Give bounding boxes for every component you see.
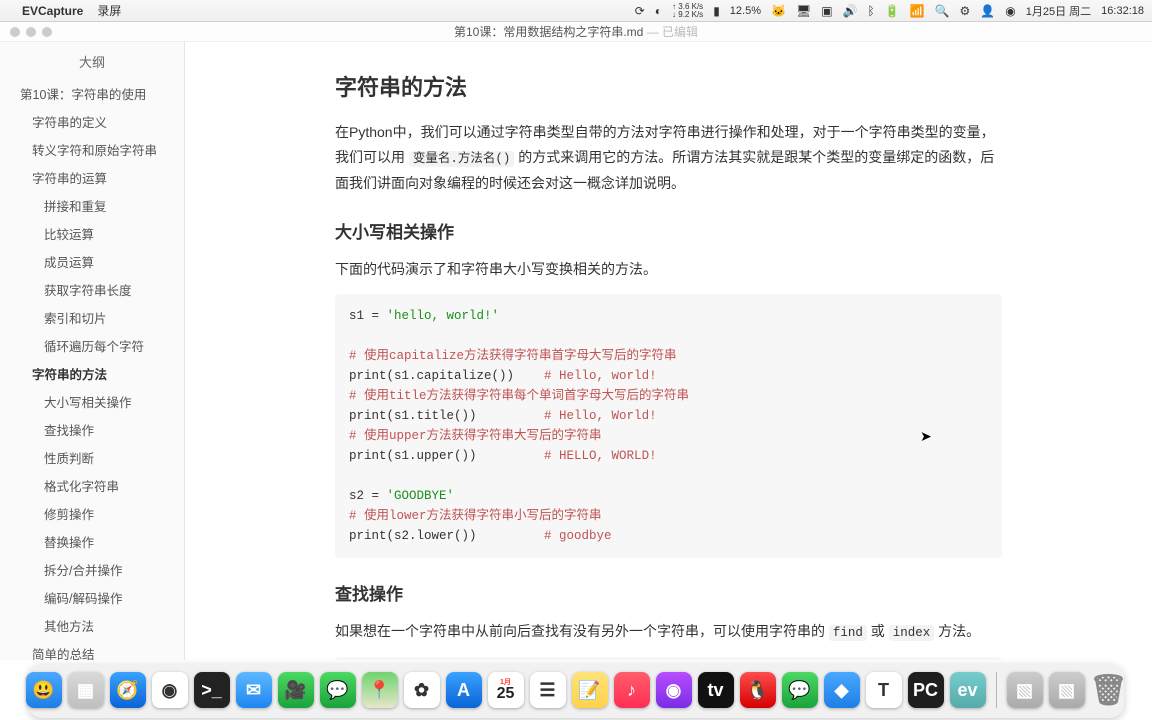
cpu-icon: ▮ bbox=[713, 4, 720, 18]
user-icon[interactable]: 👤 bbox=[980, 4, 995, 18]
outline-item[interactable]: 比较运算 bbox=[0, 221, 184, 249]
volume-icon[interactable]: 🔊 bbox=[843, 4, 858, 18]
dock-dingtalk-icon[interactable]: ◆ bbox=[824, 672, 860, 708]
outline-item[interactable]: 循环遍历每个字符 bbox=[0, 333, 184, 361]
close-icon[interactable] bbox=[10, 27, 20, 37]
outline-item[interactable]: 性质判断 bbox=[0, 445, 184, 473]
dock-maps-icon[interactable]: 📍 bbox=[362, 672, 398, 708]
outline-item[interactable]: 格式化字符串 bbox=[0, 473, 184, 501]
dock-qq-icon[interactable]: 🐧 bbox=[740, 672, 776, 708]
dock-evcapture-icon[interactable]: ev bbox=[950, 672, 986, 708]
dock-chrome-icon[interactable]: ◉ bbox=[152, 672, 188, 708]
tray-icon[interactable]: 🖥 bbox=[796, 4, 811, 18]
search-icon[interactable]: 🔍 bbox=[935, 4, 950, 18]
outline-item[interactable]: 索引和切片 bbox=[0, 305, 184, 333]
traffic-lights[interactable] bbox=[10, 27, 52, 37]
outline-item[interactable]: 替换操作 bbox=[0, 529, 184, 557]
tray-icon[interactable]: 🐱 bbox=[771, 4, 786, 18]
dock-podcasts-icon[interactable]: ◉ bbox=[656, 672, 692, 708]
dock-messages-icon[interactable]: 💬 bbox=[320, 672, 356, 708]
outline-item[interactable]: 字符串的方法 bbox=[0, 361, 184, 389]
outline-item[interactable]: 获取字符串长度 bbox=[0, 277, 184, 305]
code-block-case[interactable]: s1 = 'hello, world!' # 使用capitalize方法获得字… bbox=[335, 294, 1002, 558]
dock-finder-icon[interactable]: 😃 bbox=[26, 672, 62, 708]
dock-photos-icon[interactable]: ✿ bbox=[404, 672, 440, 708]
menubar-item-record[interactable]: 录屏 bbox=[97, 2, 121, 19]
outline-item[interactable]: 字符串的定义 bbox=[0, 109, 184, 137]
dock-reminders-icon[interactable]: ☰ bbox=[530, 672, 566, 708]
paragraph: 如果想在一个字符串中从前向后查找有没有另外一个字符串，可以使用字符串的 find… bbox=[335, 619, 1002, 645]
dock-calendar-icon[interactable]: 1月25 bbox=[488, 672, 524, 708]
heading-case: 大小写相关操作 bbox=[335, 218, 1002, 243]
window-titlebar: 第10课：常用数据结构之字符串.md — 已编辑 bbox=[0, 22, 1152, 42]
outline-item[interactable]: 其他方法 bbox=[0, 613, 184, 641]
document-title: 第10课：常用数据结构之字符串.md bbox=[454, 25, 643, 39]
zoom-icon[interactable] bbox=[42, 27, 52, 37]
dock-downloads-icon[interactable]: ▧ bbox=[1007, 672, 1043, 708]
document-state: — 已编辑 bbox=[647, 25, 698, 39]
tray-icon[interactable]: ◐ bbox=[655, 4, 662, 18]
outline-item[interactable]: 拆分/合并操作 bbox=[0, 557, 184, 585]
outline-item[interactable]: 转义字符和原始字符串 bbox=[0, 137, 184, 165]
outline-item[interactable]: 拼接和重复 bbox=[0, 193, 184, 221]
tray-icon[interactable]: ▣ bbox=[821, 4, 832, 18]
dock-notes-icon[interactable]: 📝 bbox=[572, 672, 608, 708]
heading-methods: 字符串的方法 bbox=[335, 70, 1002, 102]
minimize-icon[interactable] bbox=[26, 27, 36, 37]
siri-icon[interactable]: ◉ bbox=[1005, 4, 1015, 18]
macos-menubar: EVCapture 录屏 ⟳ ◐ ↑ 3.6 K/s ↓ 9.2 K/s ▮ 1… bbox=[0, 0, 1152, 22]
outline-sidebar: 大纲 第10课：字符串的使用字符串的定义转义字符和原始字符串字符串的运算拼接和重… bbox=[0, 42, 185, 660]
dock-separator bbox=[996, 672, 997, 708]
outline-item[interactable]: 第10课：字符串的使用 bbox=[0, 81, 184, 109]
editor-content[interactable]: 字符串的方法 在Python中，我们可以通过字符串类型自带的方法对字符串进行操作… bbox=[185, 42, 1152, 660]
paragraph: 下面的代码演示了和字符串大小写变换相关的方法。 bbox=[335, 257, 1002, 282]
inline-code: index bbox=[889, 625, 935, 641]
outline-item[interactable]: 简单的总结 bbox=[0, 641, 184, 660]
outline-item[interactable]: 大小写相关操作 bbox=[0, 389, 184, 417]
dock-facetime-icon[interactable]: 🎥 bbox=[278, 672, 314, 708]
tray-icon[interactable]: ⟳ bbox=[635, 4, 645, 18]
sidebar-header: 大纲 bbox=[0, 42, 184, 81]
paragraph: 在Python中，我们可以通过字符串类型自带的方法对字符串进行操作和处理，对于一… bbox=[335, 120, 1002, 196]
menubar-appname[interactable]: EVCapture bbox=[22, 4, 83, 18]
dock-trash-icon[interactable]: 🗑 bbox=[1091, 672, 1127, 708]
net-down: 9.2 K/s bbox=[678, 10, 703, 19]
dock-wechat-icon[interactable]: 💬 bbox=[782, 672, 818, 708]
heading-search: 查找操作 bbox=[335, 580, 1002, 605]
menubar-date[interactable]: 1月25日 周二 bbox=[1026, 3, 1091, 19]
menubar-time[interactable]: 16:32:18 bbox=[1101, 5, 1144, 17]
wifi-icon[interactable]: 📶 bbox=[910, 4, 925, 18]
dock-music-icon[interactable]: ♪ bbox=[614, 672, 650, 708]
inline-code: 变量名.方法名() bbox=[409, 151, 515, 167]
outline-item[interactable]: 字符串的运算 bbox=[0, 165, 184, 193]
cpu-pct: 12.5% bbox=[730, 5, 761, 17]
dock-mail-icon[interactable]: ✉ bbox=[236, 672, 272, 708]
controlcenter-icon[interactable]: ⚙ bbox=[960, 4, 971, 18]
dock-safari-icon[interactable]: 🧭 bbox=[110, 672, 146, 708]
dock-typora-icon[interactable]: T bbox=[866, 672, 902, 708]
dock-terminal-icon[interactable]: >_ bbox=[194, 672, 230, 708]
dock-appstore-icon[interactable]: A bbox=[446, 672, 482, 708]
dock: 😃▦🧭◉>_✉🎥💬📍✿A1月25☰📝♪◉tv🐧💬◆TPCev▧▧🗑 bbox=[0, 660, 1152, 720]
outline-item[interactable]: 编码/解码操作 bbox=[0, 585, 184, 613]
inline-code: find bbox=[829, 625, 867, 641]
dock-tv-icon[interactable]: tv bbox=[698, 672, 734, 708]
dock-launchpad-icon[interactable]: ▦ bbox=[68, 672, 104, 708]
bluetooth-icon[interactable]: ᛒ bbox=[867, 4, 874, 18]
outline-item[interactable]: 查找操作 bbox=[0, 417, 184, 445]
battery-icon[interactable]: 🔋 bbox=[885, 4, 900, 18]
outline-item[interactable]: 成员运算 bbox=[0, 249, 184, 277]
dock-pycharm-icon[interactable]: PC bbox=[908, 672, 944, 708]
net-stats: ↑ 3.6 K/s ↓ 9.2 K/s bbox=[672, 3, 703, 19]
outline-item[interactable]: 修剪操作 bbox=[0, 501, 184, 529]
dock-desktop-icon[interactable]: ▧ bbox=[1049, 672, 1085, 708]
